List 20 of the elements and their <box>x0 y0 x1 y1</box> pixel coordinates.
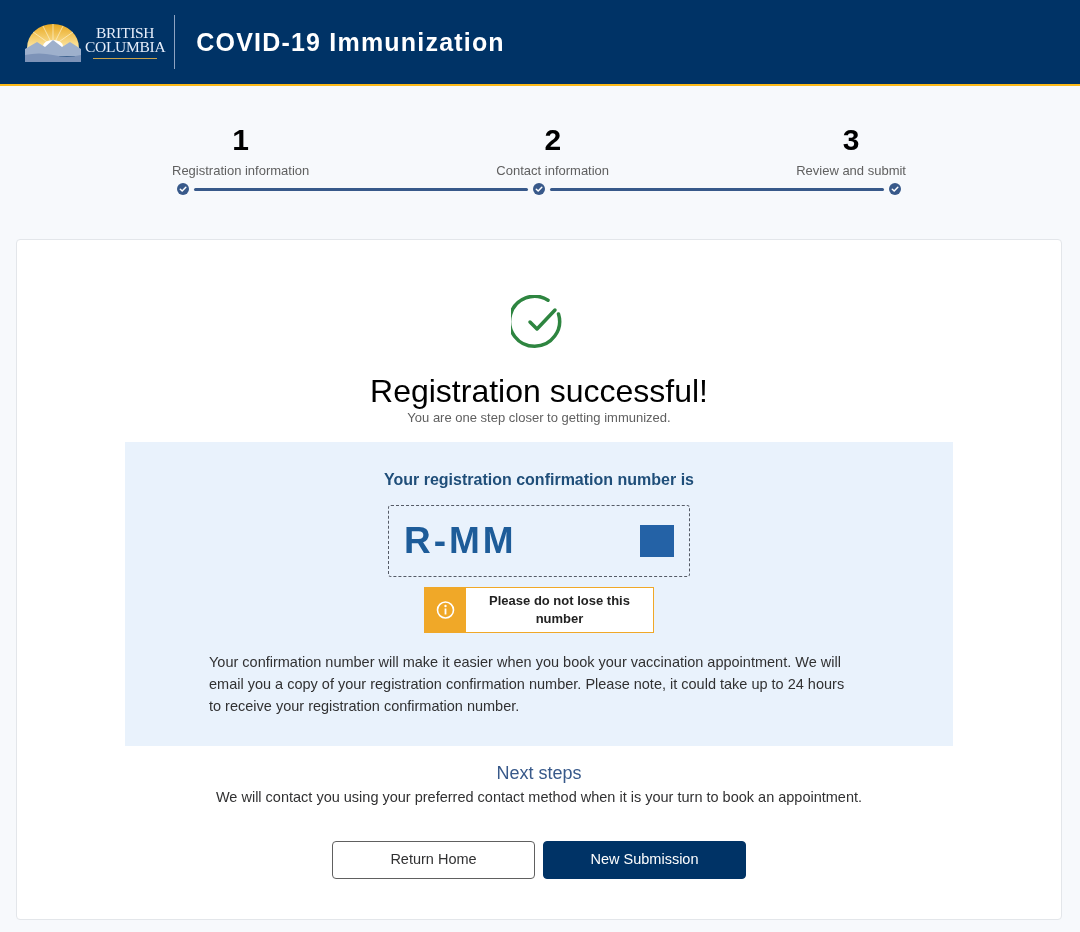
sun-over-mountains-icon <box>25 22 81 62</box>
step-number: 1 <box>232 122 249 158</box>
step-label: Contact information <box>496 163 610 179</box>
confirmation-note: Your confirmation number will make it easier when you book your vaccination appointment. We will email you a copy of your registration confirmation number. Please note, it could take up to 24 hours to receive your registration confirmation number. <box>209 653 846 716</box>
confirmation-heading: Your registration confirmation number is <box>384 470 694 490</box>
next-steps-text: We will contact you using your preferred contact method when it is your turn to book an appointment. <box>215 788 863 807</box>
app-title: COVID-19 Immunization <box>196 27 505 57</box>
logo-text: COLUMBIA <box>85 39 166 54</box>
success-title: Registration successful! <box>370 372 708 410</box>
step-number: 2 <box>544 122 562 158</box>
step-label: Review and submit <box>796 163 906 179</box>
logo-text: BRITISH <box>96 25 155 40</box>
new-submission-button[interactable]: New Submission <box>543 841 746 879</box>
warning-text: Please do not lose this number <box>488 592 631 628</box>
confirmation-number: R-MM <box>404 520 517 562</box>
step-label: Registration information <box>172 163 310 179</box>
success-subtitle: You are one step closer to getting immunized. <box>407 410 671 426</box>
step-number: 3 <box>842 122 860 158</box>
next-steps-heading: Next steps <box>496 762 582 784</box>
return-home-button[interactable]: Return Home <box>332 841 535 879</box>
